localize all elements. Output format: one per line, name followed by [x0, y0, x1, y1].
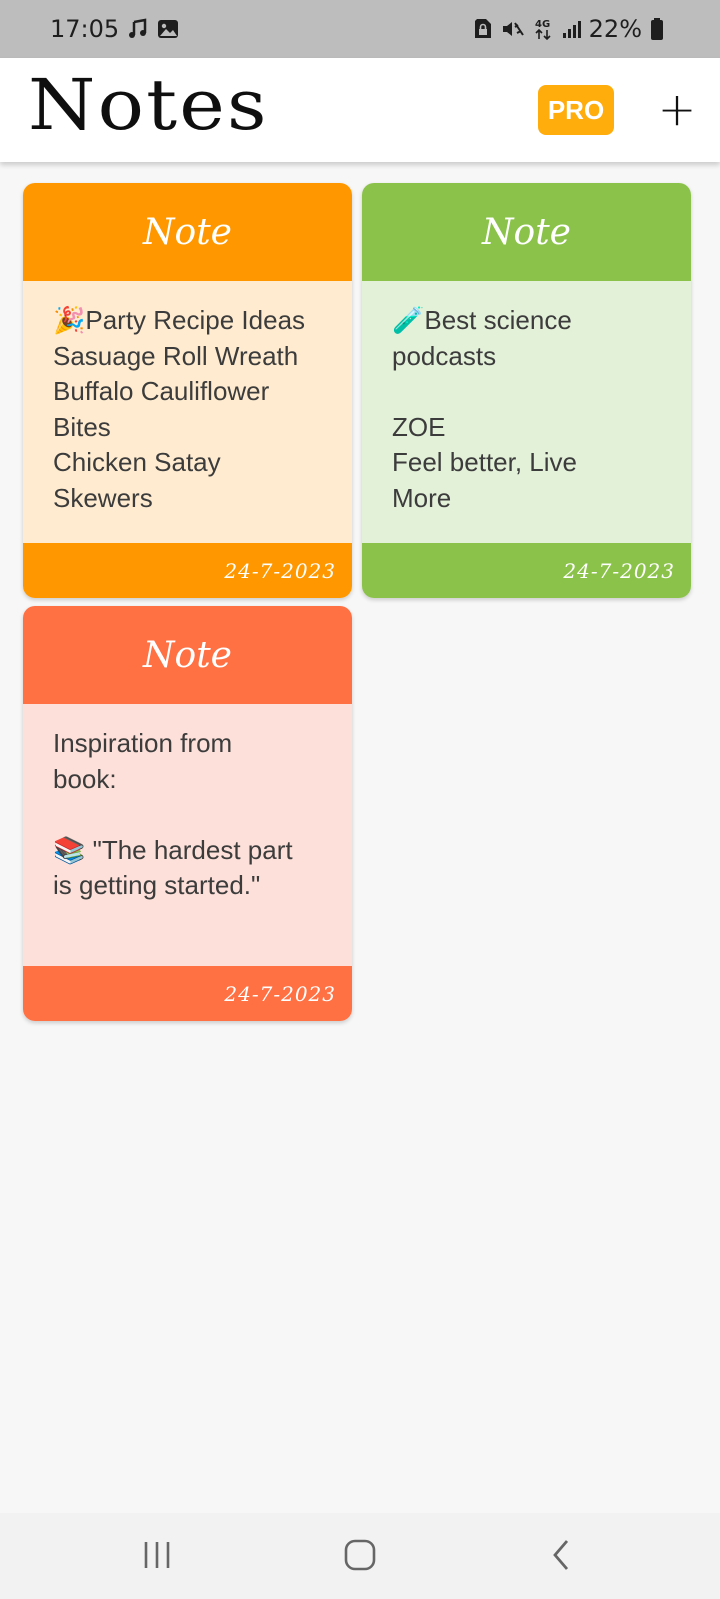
- recents-icon: [144, 1542, 170, 1568]
- note-body: 🎉Party Recipe Ideas Sasuage Roll Wreath …: [23, 281, 352, 543]
- note-header: Note: [23, 183, 352, 281]
- app-bar: Notes PRO +: [0, 58, 720, 162]
- note-body: 🧪Best science podcasts ZOE Feel better, …: [362, 281, 691, 543]
- back-button[interactable]: [532, 1533, 592, 1577]
- note-body: Inspiration from book: 📚 "The hardest pa…: [23, 704, 352, 966]
- home-icon: [344, 1539, 376, 1571]
- plus-icon: +: [657, 82, 697, 136]
- music-note-icon: [127, 18, 149, 40]
- note-card[interactable]: Note 🎉Party Recipe Ideas Sasuage Roll Wr…: [23, 183, 352, 598]
- 4g-data-icon: 4G: [533, 17, 553, 41]
- note-date: 24-7-2023: [23, 543, 352, 598]
- back-icon: [553, 1540, 569, 1570]
- home-button[interactable]: [330, 1533, 390, 1577]
- note-date: 24-7-2023: [362, 543, 691, 598]
- battery-percent: 22%: [588, 15, 642, 43]
- note-date: 24-7-2023: [23, 966, 352, 1021]
- status-time: 17:05: [50, 15, 120, 43]
- signal-icon: [561, 18, 581, 40]
- note-card[interactable]: Note Inspiration from book: 📚 "The harde…: [23, 606, 352, 1021]
- note-header: Note: [23, 606, 352, 704]
- app-title: Notes: [28, 64, 269, 146]
- status-bar: 17:05 4G 22%: [0, 0, 720, 58]
- sim-lock-icon: [473, 18, 493, 40]
- mute-vibrate-icon: [501, 18, 525, 40]
- battery-icon: [650, 17, 664, 41]
- navigation-bar: [0, 1513, 720, 1599]
- svg-text:4G: 4G: [535, 19, 550, 30]
- pro-button[interactable]: PRO: [538, 85, 614, 135]
- add-note-button[interactable]: +: [652, 82, 702, 136]
- note-card[interactable]: Note 🧪Best science podcasts ZOE Feel bet…: [362, 183, 691, 598]
- note-header: Note: [362, 183, 691, 281]
- image-icon: [157, 18, 179, 40]
- recents-button[interactable]: [127, 1533, 187, 1577]
